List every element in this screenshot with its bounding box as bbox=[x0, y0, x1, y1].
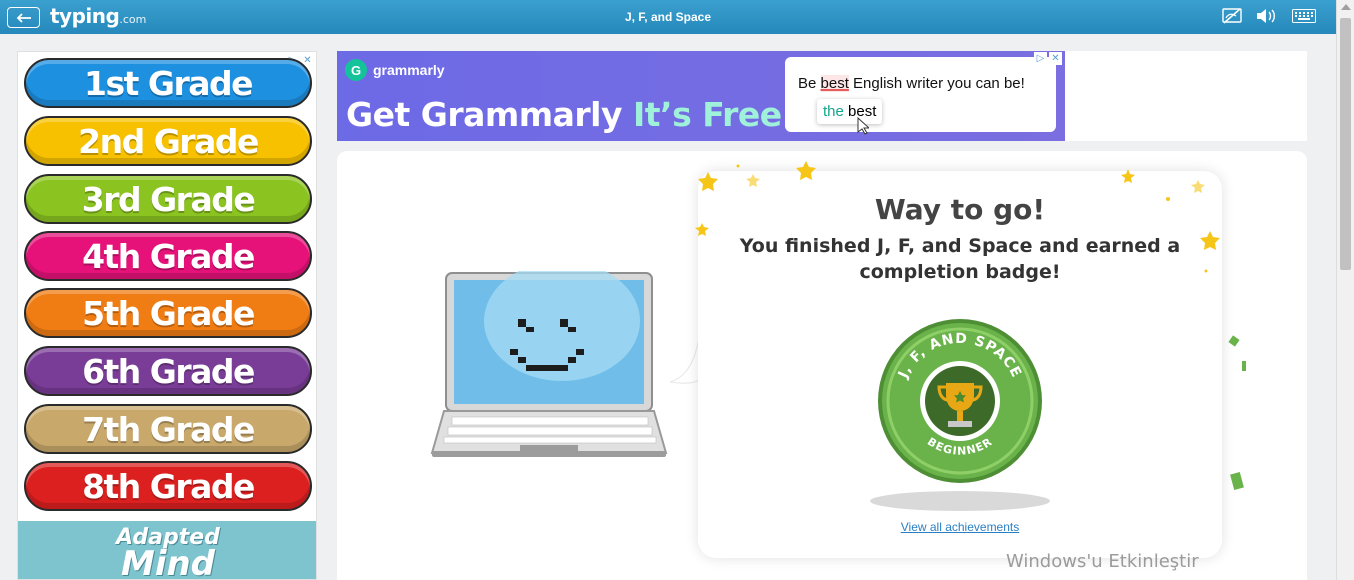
grade-button[interactable]: 7th Grade bbox=[24, 404, 312, 454]
volume-icon[interactable] bbox=[1256, 8, 1278, 29]
achievement-card: Way to go! You finished J, F, and Space … bbox=[695, 161, 1222, 558]
grade-button[interactable]: 6th Grade bbox=[24, 346, 312, 396]
page-scrollbar[interactable] bbox=[1336, 0, 1354, 580]
grammarly-logo: G grammarly bbox=[345, 59, 445, 81]
ad-headline: Get Grammarly It’s Free bbox=[346, 95, 782, 134]
lesson-result-panel: Way to go! You finished J, F, and Space … bbox=[337, 151, 1307, 580]
grammarly-advertisement[interactable]: G grammarly Get Grammarly It’s Free Be b… bbox=[337, 51, 1065, 141]
brand-line2: Mind bbox=[120, 544, 216, 580]
sentence-error-word: best bbox=[820, 75, 849, 92]
visibility-off-icon[interactable] bbox=[1222, 8, 1242, 29]
windows-activation-watermark: Windows'u Etkinleştir bbox=[1006, 551, 1199, 572]
trophy-badge-icon: J, F, AND SPACE BEGINNER bbox=[870, 319, 1050, 511]
ad-close-icon[interactable]: ✕ bbox=[1049, 52, 1062, 65]
grade-button[interactable]: 5th Grade bbox=[24, 288, 312, 338]
result-title: Way to go! bbox=[874, 193, 1046, 226]
ad-info-icon[interactable]: ▷ bbox=[1034, 52, 1047, 65]
suggestion-green: the bbox=[823, 103, 844, 120]
grade-button[interactable]: 3rd Grade bbox=[24, 174, 312, 224]
lesson-title: J, F, and Space bbox=[624, 10, 712, 24]
grade-button[interactable]: 8th Grade bbox=[24, 461, 312, 511]
ad-demo-sentence: Be best English writer you can be! bbox=[798, 75, 1025, 92]
sentence-after: English writer you can be! bbox=[848, 75, 1025, 92]
grade-advertisement[interactable]: ▷ ✕ 1st Grade2nd Grade3rd Grade4th Grade… bbox=[17, 51, 317, 580]
grammarly-g-icon: G bbox=[345, 59, 367, 81]
scroll-up-arrow-icon[interactable] bbox=[1341, 4, 1351, 10]
grade-button[interactable]: 4th Grade bbox=[24, 231, 312, 281]
grammarly-logo-text: grammarly bbox=[373, 62, 445, 78]
ad-demo-card: Be best English writer you can be! the b… bbox=[785, 57, 1056, 132]
adapted-mind-logo[interactable]: Adapted Mind bbox=[18, 521, 316, 580]
top-ad-slot: G grammarly Get Grammarly It’s Free Be b… bbox=[337, 51, 1307, 141]
grade-button[interactable]: 1st Grade bbox=[24, 58, 312, 108]
smiling-laptop-icon bbox=[430, 271, 668, 457]
result-message: You finished J, F, and Space and earned … bbox=[739, 235, 1181, 283]
sentence-before: Be bbox=[798, 75, 821, 92]
view-achievements-link[interactable]: View all achievements bbox=[698, 520, 1222, 534]
ad-choices[interactable]: ▷ ✕ bbox=[1034, 52, 1062, 65]
ad-suggestion: the best bbox=[817, 99, 883, 124]
confetti-decoration bbox=[1228, 335, 1246, 491]
keyboard-icon[interactable] bbox=[1292, 9, 1316, 28]
ad-headline-accent: It’s Free bbox=[633, 95, 782, 134]
grade-button[interactable]: 2nd Grade bbox=[24, 116, 312, 166]
ad-headline-main: Get Grammarly bbox=[346, 95, 623, 134]
mouse-cursor-icon bbox=[857, 117, 869, 135]
scroll-thumb[interactable] bbox=[1340, 18, 1351, 270]
top-bar: typing.com J, F, and Space bbox=[0, 0, 1336, 34]
